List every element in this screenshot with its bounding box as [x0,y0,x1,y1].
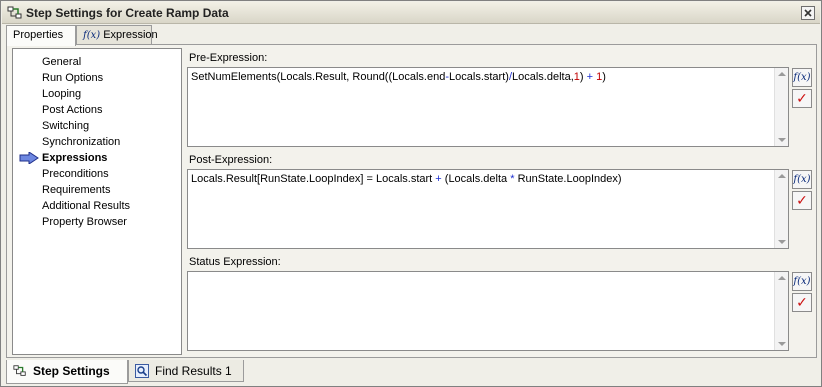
scroll-down-icon[interactable] [778,138,786,142]
status-expression-label: Status Expression: [189,256,281,268]
tab-label: Find Results 1 [155,364,232,378]
fx-icon: f(x) [793,276,811,287]
tab-expression[interactable]: f(x) Expression [76,25,158,45]
status-expression-scrollbar[interactable] [774,272,788,350]
title-bar: Step Settings for Create Ramp Data [2,2,820,24]
tab-step-settings[interactable]: Step Settings [6,360,128,384]
close-icon [804,9,812,17]
scroll-up-icon[interactable] [778,276,786,280]
post-expression-fx-button[interactable]: f(x) [792,170,812,189]
property-tabs: Properties f(x) Expression [6,25,816,46]
fx-icon: f(x) [793,72,811,83]
pre-expression-scrollbar[interactable] [774,68,788,146]
nav-item-expressions[interactable]: Expressions [42,150,107,166]
scroll-up-icon[interactable] [778,174,786,178]
tab-properties[interactable]: Properties [6,25,76,46]
fx-icon: f(x) [83,30,101,41]
bottom-panel-tabs: Step Settings Find Results 1 [6,360,817,384]
check-icon: ✓ [796,90,808,106]
fx-icon: f(x) [793,174,811,185]
step-settings-icon [13,365,26,376]
post-expression-scrollbar[interactable] [774,170,788,248]
nav-item-run-options[interactable]: Run Options [42,70,103,86]
scroll-down-icon[interactable] [778,240,786,244]
tab-label: Expression [103,29,158,41]
pre-expression-fx-button[interactable]: f(x) [792,68,812,87]
tab-label: Step Settings [33,364,110,378]
post-expression-editor[interactable]: Locals.Result[RunState.LoopIndex] = Loca… [187,169,789,249]
pre-expression-check-button[interactable]: ✓ [792,89,812,108]
status-expression-check-button[interactable]: ✓ [792,293,812,312]
scroll-up-icon[interactable] [778,72,786,76]
nav-item-synchronization[interactable]: Synchronization [42,134,120,150]
nav-item-requirements[interactable]: Requirements [42,182,110,198]
nav-item-post-actions[interactable]: Post Actions [42,102,103,118]
nav-item-looping[interactable]: Looping [42,86,81,102]
status-expression-fx-button[interactable]: f(x) [792,272,812,291]
check-icon: ✓ [796,294,808,310]
post-expression-text: Locals.Result[RunState.LoopIndex] = Loca… [191,173,622,185]
step-settings-icon [7,6,22,19]
settings-nav-list: General Run Options Looping Post Actions… [12,48,182,355]
nav-item-general[interactable]: General [42,54,81,70]
tab-label: Properties [13,29,64,41]
tab-find-results[interactable]: Find Results 1 [128,360,244,382]
arrow-right-icon [19,152,39,164]
post-expression-check-button[interactable]: ✓ [792,191,812,210]
find-results-icon [135,364,149,378]
properties-panel: General Run Options Looping Post Actions… [6,44,817,358]
nav-item-property-browser[interactable]: Property Browser [42,214,127,230]
pre-expression-label: Pre-Expression: [189,52,268,64]
window-title: Step Settings for Create Ramp Data [26,6,229,20]
nav-item-switching[interactable]: Switching [42,118,89,134]
check-icon: ✓ [796,192,808,208]
close-button[interactable] [801,6,815,20]
nav-item-preconditions[interactable]: Preconditions [42,166,109,182]
step-settings-window: Step Settings for Create Ramp Data Prope… [0,0,822,387]
post-expression-label: Post-Expression: [189,154,273,166]
pre-expression-editor[interactable]: SetNumElements(Locals.Result, Round((Loc… [187,67,789,147]
status-expression-editor[interactable] [187,271,789,351]
pre-expression-text: SetNumElements(Locals.Result, Round((Loc… [191,71,606,83]
nav-item-additional-results[interactable]: Additional Results [42,198,130,214]
scroll-down-icon[interactable] [778,342,786,346]
